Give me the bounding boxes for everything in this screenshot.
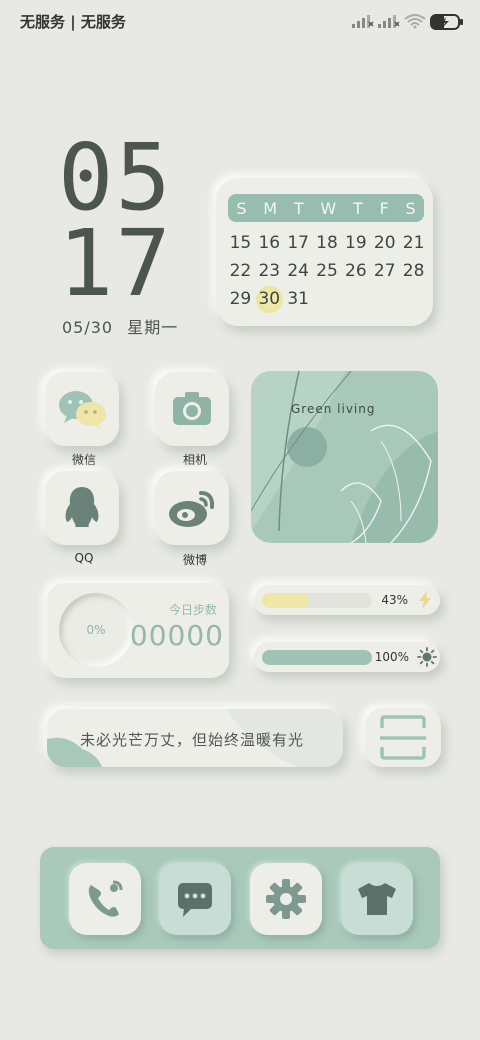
quote-widget[interactable]: 未必光芒万丈，但始终温暖有光 [47, 709, 343, 767]
weekday-label: M [263, 198, 278, 218]
scan-button[interactable] [365, 708, 441, 767]
calendar-widget[interactable]: S M T W T F S 15 16 17 18 19 20 21 22 23… [216, 178, 433, 326]
weekday-label: F [379, 198, 389, 218]
steps-label: 今日步数 [168, 603, 217, 617]
calendar-day: 29 [229, 289, 252, 309]
message-icon [178, 883, 212, 917]
weekday-label: T [352, 198, 363, 218]
brightness-widget[interactable]: 100% [254, 642, 440, 672]
lightning-icon [419, 591, 431, 609]
green-living-title: Green living [291, 402, 376, 416]
wechat-icon [59, 391, 106, 429]
weekday-label: S [236, 198, 247, 218]
app-weibo[interactable] [155, 471, 229, 545]
qq-icon [65, 487, 99, 527]
app-qq[interactable] [45, 471, 119, 545]
brightness-percent: 100% [374, 650, 409, 664]
weekday-label: S [405, 198, 416, 218]
dock-themes[interactable] [341, 863, 413, 935]
calendar-days-grid: 15 16 17 18 19 20 21 22 23 24 25 26 27 2… [226, 233, 428, 313]
battery-fill [262, 593, 310, 608]
phone-icon [88, 880, 123, 917]
calendar-day: 27 [373, 261, 396, 281]
calendar-day: 16 [258, 233, 281, 253]
battery-icon [430, 14, 463, 30]
brightness-track [262, 650, 372, 665]
green-living-widget[interactable]: Green living [251, 371, 438, 543]
step-percent: 0% [86, 623, 106, 637]
steps-count: 00000 [129, 619, 224, 652]
calendar-day: 28 [402, 261, 425, 281]
calendar-weekday-header: S M T W T F S [228, 194, 424, 222]
clock-minute: 17 [58, 210, 173, 317]
carrier-text: 无服务 | 无服务 [20, 13, 126, 31]
calendar-day: 26 [345, 261, 367, 281]
tshirt-theme-icon [358, 883, 396, 915]
settings-gear-icon [266, 879, 306, 919]
app-label-wechat: 微信 [71, 453, 96, 467]
date-line: 05/30 星期一 [62, 314, 178, 338]
calendar-day: 24 [287, 261, 309, 281]
wifi-icon [404, 14, 426, 29]
calendar-day: 25 [316, 261, 338, 281]
weekday-text: 星期一 [127, 318, 179, 337]
weekday-label: W [320, 198, 337, 218]
sun-icon [417, 647, 437, 667]
calendar-day: 18 [316, 233, 338, 253]
calendar-day: 17 [287, 233, 309, 253]
date-text: 05/30 [62, 318, 114, 337]
dock-phone[interactable] [69, 863, 141, 935]
signal-2-icon [378, 15, 400, 28]
dock-messages[interactable] [159, 863, 231, 935]
calendar-day: 31 [287, 289, 309, 309]
calendar-day: 19 [345, 233, 367, 253]
dock [40, 847, 440, 949]
camera-icon [173, 392, 211, 425]
app-label-weibo: 微博 [182, 553, 207, 567]
quote-text: 未必光芒万丈，但始终温暖有光 [80, 731, 305, 749]
calendar-day: 21 [402, 233, 425, 253]
battery-widget[interactable]: 43% [254, 585, 440, 615]
dock-settings[interactable] [250, 863, 322, 935]
weekday-label: T [293, 198, 304, 218]
battery-track [262, 593, 372, 608]
weibo-icon [169, 491, 215, 527]
signal-1-icon [352, 15, 374, 28]
app-wechat[interactable] [45, 372, 119, 446]
calendar-day: 23 [258, 261, 281, 281]
app-camera[interactable] [155, 372, 229, 446]
leaf-illustration [251, 371, 438, 543]
calendar-day: 15 [229, 233, 252, 253]
brightness-fill [262, 650, 372, 665]
battery-percent: 43% [381, 593, 408, 607]
calendar-day: 22 [229, 261, 252, 281]
step-counter-widget[interactable]: 0% 今日步数 00000 [47, 583, 229, 678]
calendar-day-today: 30 [255, 286, 283, 313]
status-bar: 无服务 | 无服务 [0, 0, 480, 42]
app-label-qq: QQ [74, 551, 94, 565]
calendar-day: 20 [373, 233, 396, 253]
app-label-camera: 相机 [182, 453, 207, 467]
step-progress-ring: 0% [59, 593, 133, 667]
scan-icon [380, 715, 426, 760]
